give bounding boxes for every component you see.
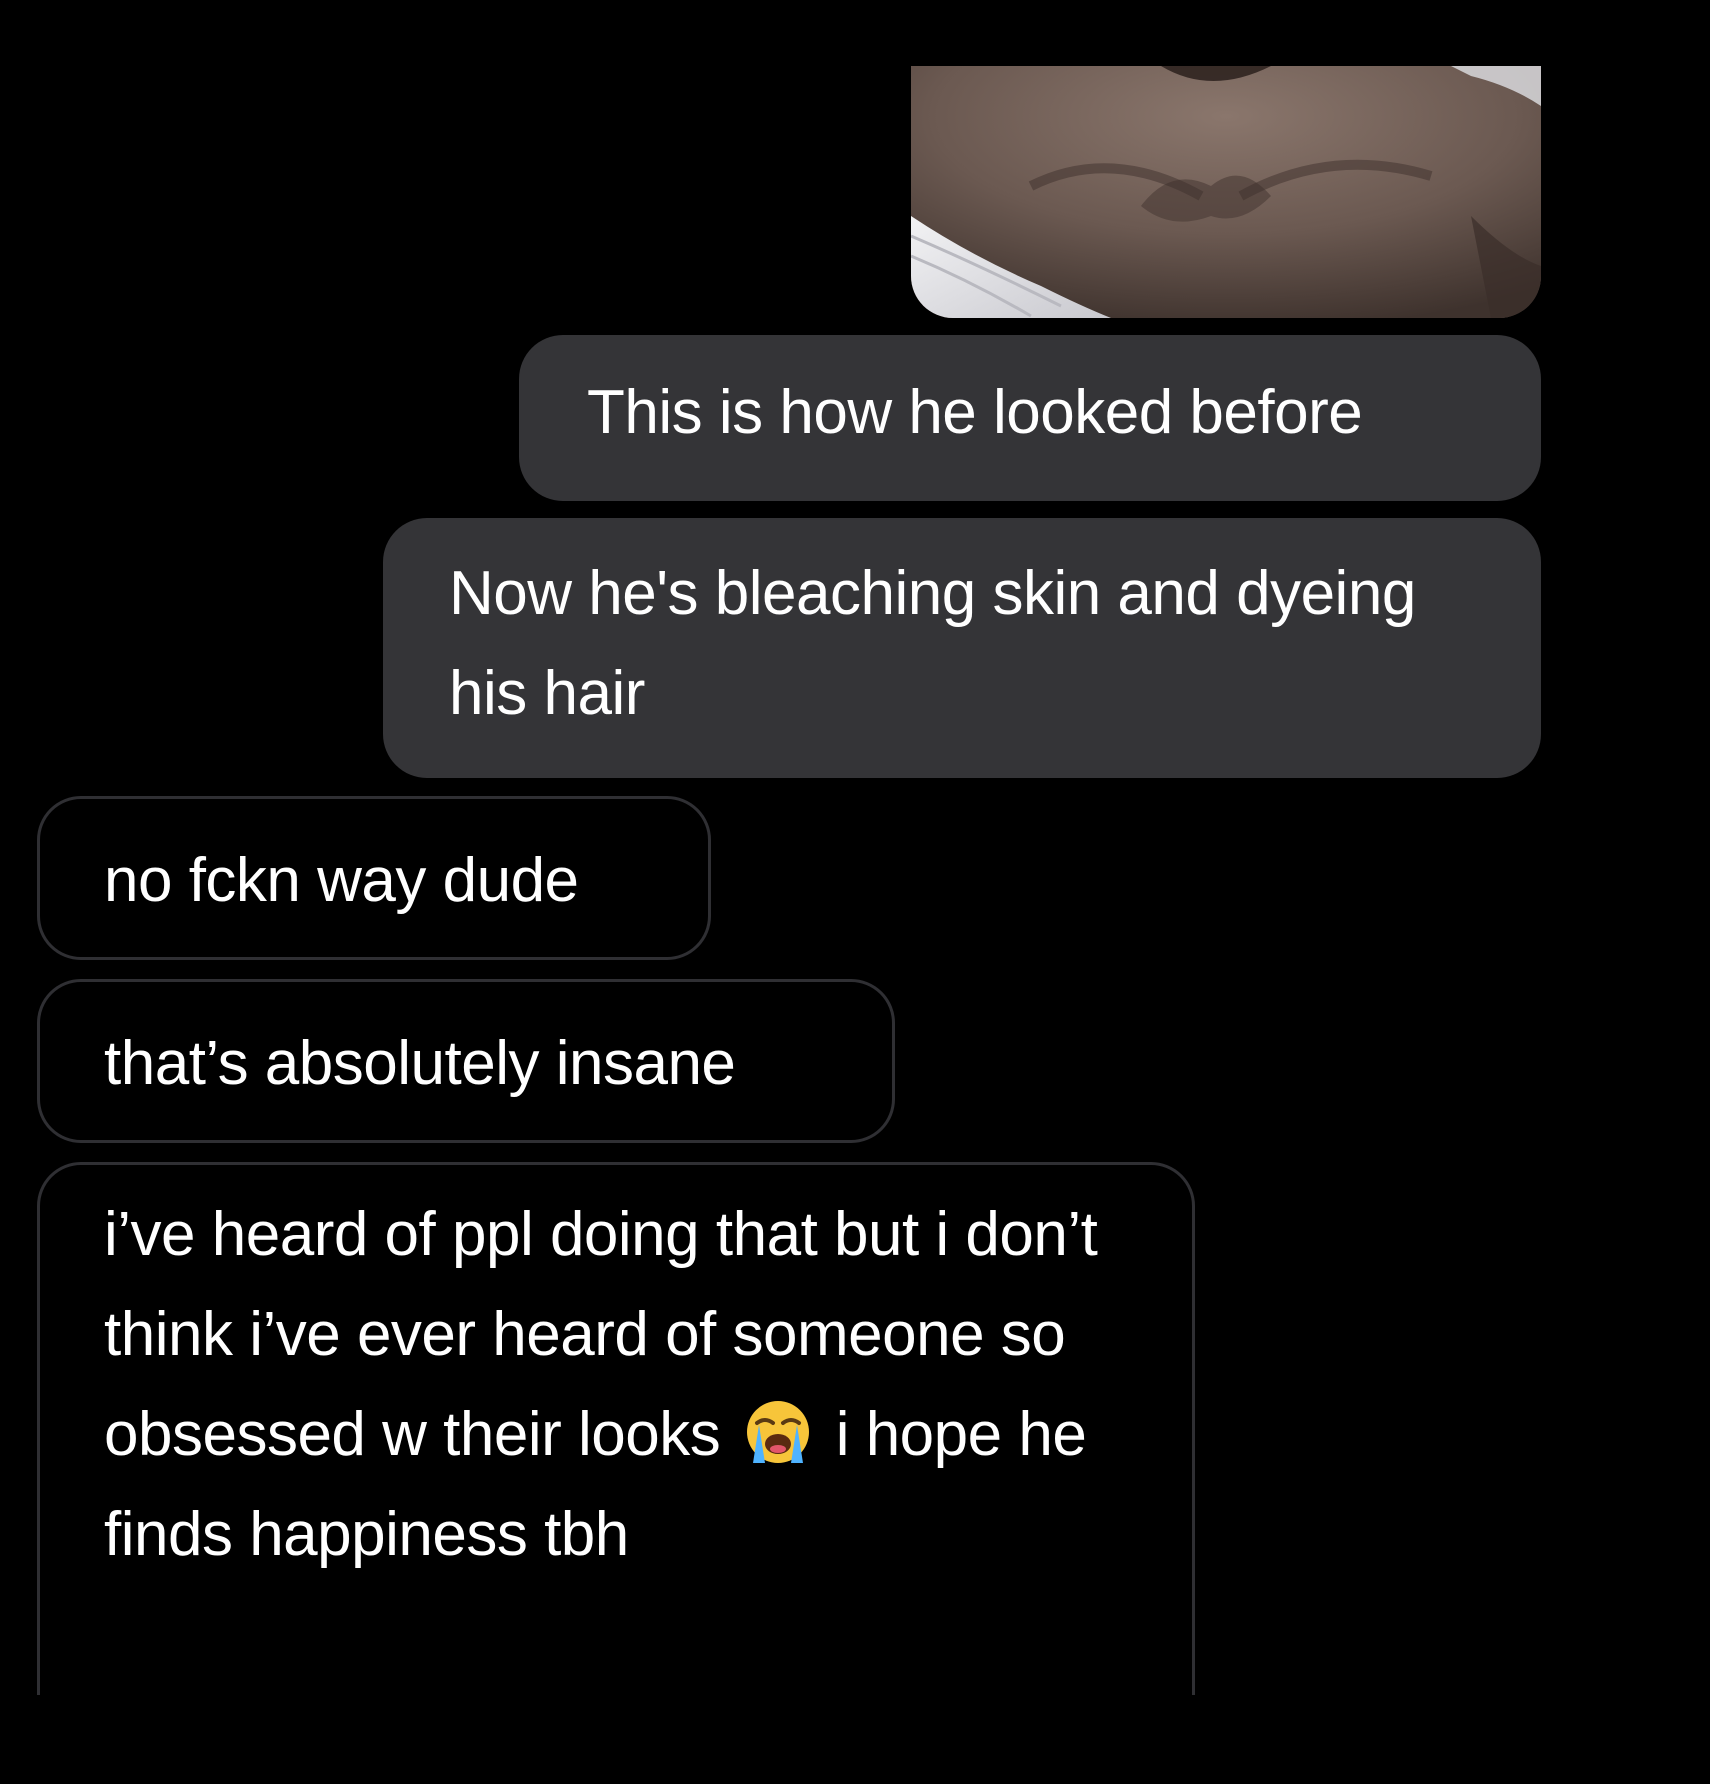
received-message[interactable]: that’s absolutely insane bbox=[37, 979, 895, 1143]
received-message[interactable]: i’ve heard of ppl doing that but i don’t… bbox=[37, 1162, 1195, 1695]
message-text: that’s absolutely insane bbox=[104, 1029, 736, 1098]
sent-message[interactable]: This is how he looked before bbox=[519, 335, 1541, 501]
received-message[interactable]: no fckn way dude bbox=[37, 796, 711, 960]
loudly-crying-face-icon bbox=[746, 1401, 809, 1463]
chat-thread: This is how he looked before Now he's bl… bbox=[0, 0, 1710, 1695]
sent-message[interactable]: Now he's bleaching skin and dyeing his h… bbox=[383, 518, 1541, 778]
photo-message[interactable] bbox=[911, 66, 1541, 318]
message-text: Now he's bleaching skin and dyeing his h… bbox=[449, 559, 1416, 728]
message-text: no fckn way dude bbox=[104, 846, 579, 915]
photo-thumbnail-icon bbox=[911, 66, 1541, 318]
message-text: This is how he looked before bbox=[587, 378, 1363, 447]
